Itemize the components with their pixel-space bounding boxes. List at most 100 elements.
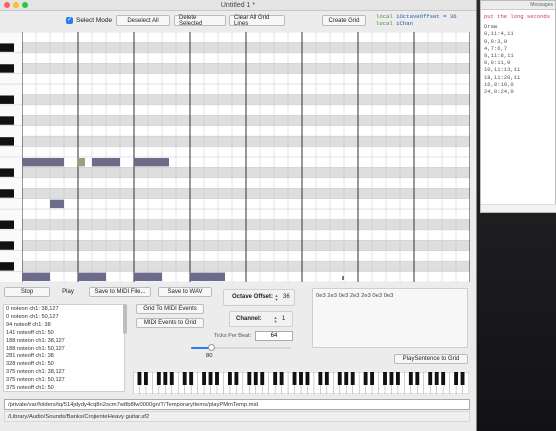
note-block[interactable] [78,158,85,167]
midi-event-item[interactable]: 188 noteon ch1: 50,127 [6,346,122,354]
vertical-piano-keys[interactable] [0,32,22,282]
black-key[interactable] [0,95,14,104]
black-key[interactable] [454,372,459,385]
midi-event-item[interactable]: 0 noteon ch1: 50,127 [6,314,122,322]
tempo-slider-knob[interactable] [208,344,215,351]
black-key[interactable] [0,64,14,73]
save-wav-button[interactable]: Save to WAV [158,287,212,297]
play-button[interactable]: Play [50,287,86,297]
black-key[interactable] [0,116,14,125]
note-block[interactable] [50,199,64,209]
black-key[interactable] [0,137,14,146]
select-mode-checkbox[interactable]: ✓ Select Mode [66,15,112,26]
black-key[interactable] [0,168,14,177]
black-key[interactable] [0,220,14,229]
black-key[interactable] [434,372,439,385]
midi-temp-path-field[interactable]: /private/var/folders/tq/514jdydy4cq8n2sc… [4,399,470,410]
midi-event-item[interactable]: 188 noteon ch1: 38,127 [6,338,122,346]
title-bar[interactable]: Untitled 1 * [0,0,476,11]
octave-stepper[interactable]: ▲ ▼ [274,293,279,303]
note-block[interactable] [134,272,162,281]
black-key[interactable] [441,372,446,385]
black-key[interactable] [299,372,303,385]
black-key[interactable] [247,372,252,385]
black-key[interactable] [324,372,329,385]
midi-event-item[interactable]: 281 noteoff ch1: 38 [6,353,122,361]
note-block[interactable] [92,158,120,167]
black-key[interactable] [370,372,375,385]
black-key[interactable] [273,372,278,385]
stop-button[interactable]: Stop [4,287,50,297]
black-key[interactable] [143,372,148,385]
black-key[interactable] [215,372,219,385]
grid-to-midi-button[interactable]: Grid To MIDI Events [136,304,204,314]
black-key[interactable] [0,241,14,250]
black-key[interactable] [344,372,349,385]
soundfont-path-field[interactable]: /Library/Audio/Sounds/Banks/CrojienteHea… [4,411,470,422]
black-key[interactable] [395,372,400,385]
black-key[interactable] [408,372,413,385]
black-key[interactable] [318,372,323,385]
black-key[interactable] [202,372,207,385]
black-key[interactable] [208,372,213,385]
deselect-all-button[interactable]: Deselect All [116,15,170,26]
black-key[interactable] [169,372,174,385]
black-key[interactable] [389,372,394,385]
black-key[interactable] [0,262,14,271]
close-window-button[interactable] [4,2,10,8]
midi-event-item[interactable]: 0 noteon ch1: 38,127 [6,306,122,314]
stepper-down-icon[interactable]: ▼ [274,320,278,324]
events-scrollbar[interactable] [123,304,127,334]
ticks-per-beat-input[interactable]: 64 [255,331,293,341]
black-key[interactable] [363,372,368,385]
black-key[interactable] [189,372,194,385]
midi-event-item[interactable]: 375 noteon ch1: 50,127 [6,377,122,385]
black-key[interactable] [260,372,265,385]
minimize-window-button[interactable] [13,2,19,8]
channel-stepper[interactable]: ▲ ▼ [273,315,278,325]
sentence-notes-field[interactable]: 0e3 2e3 0e3 2e3 2e3 0e3 0e3 [312,288,468,348]
message-box-title[interactable]: Messages [481,1,555,10]
black-key[interactable] [292,372,297,385]
output-line: 8,11:8,11 [484,52,514,60]
create-grid-button[interactable]: Create Grid [322,15,366,26]
note-grid[interactable] [22,32,470,282]
note-block[interactable] [22,272,50,281]
black-key[interactable] [182,372,187,385]
midi-event-item[interactable]: 328 noteoff ch1: 50 [6,361,122,369]
black-key[interactable] [279,372,284,385]
midi-event-item[interactable]: 141 noteoff ch1: 50 [6,330,122,338]
midi-event-item[interactable]: 94 noteoff ch1: 38 [6,322,122,330]
horizontal-piano-keyboard[interactable] [133,372,469,394]
black-key[interactable] [0,189,14,198]
black-key[interactable] [227,372,232,385]
note-block[interactable] [134,158,169,167]
black-key[interactable] [163,372,168,385]
message-box-content[interactable]: put the long seconds Draw 0,11:4,11 0,0:3,… [481,10,555,98]
midi-to-grid-button[interactable]: MIDI Events to Grid [136,318,204,328]
black-key[interactable] [383,372,387,385]
black-key[interactable] [428,372,433,385]
delete-selected-button[interactable]: Delete Selected [174,15,226,27]
midi-event-item[interactable]: 375 noteon ch1: 38,127 [6,369,122,377]
black-key[interactable] [350,372,355,385]
black-key[interactable] [234,372,239,385]
black-key[interactable] [156,372,161,385]
stepper-down-icon[interactable]: ▼ [275,298,279,302]
black-key[interactable] [305,372,310,385]
black-key[interactable] [137,372,142,385]
note-block[interactable] [190,272,225,281]
black-key[interactable] [337,372,342,385]
black-key[interactable] [415,372,420,385]
play-sentence-button[interactable]: PlaySentence to Grid [394,354,468,364]
midi-event-item[interactable]: 375 noteoff ch1: 50 [6,385,122,391]
black-key[interactable] [0,43,14,52]
zoom-window-button[interactable] [22,2,28,8]
midi-events-list[interactable]: 0 noteon ch1: 38,127 0 noteon ch1: 50,127… [3,304,125,392]
clear-grid-button[interactable]: Clear All Grid Lines [229,15,285,27]
black-key[interactable] [253,372,258,385]
black-key[interactable] [460,372,465,385]
note-block[interactable] [78,272,106,281]
save-midi-button[interactable]: Save to MIDI File... [89,287,151,297]
note-block[interactable] [22,158,64,167]
